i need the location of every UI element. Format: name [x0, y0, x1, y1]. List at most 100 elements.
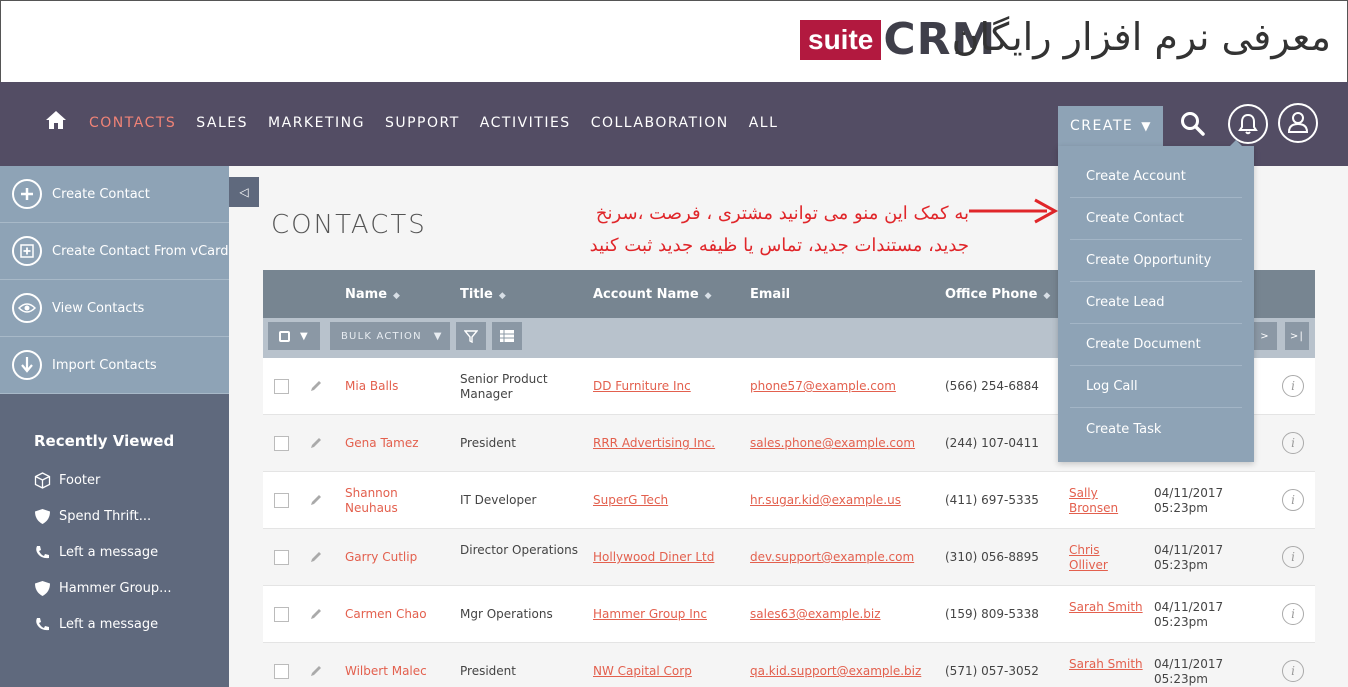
recent-item[interactable]: Hammer Group...: [0, 570, 229, 606]
column-chooser-button[interactable]: [492, 322, 522, 350]
contact-name-link[interactable]: Wilbert Malec: [345, 664, 427, 678]
sidebar-create-vcard[interactable]: Create Contact From vCard: [0, 223, 229, 280]
contact-title: IT Developer: [460, 493, 537, 507]
email-link[interactable]: hr.sugar.kid@example.us: [750, 493, 901, 507]
shield-icon: [35, 580, 50, 596]
column-header-email[interactable]: Email: [750, 287, 790, 302]
recent-item-label: Spend Thrift...: [59, 508, 152, 524]
banner-title: معرفی نرم افزار رایگان: [951, 15, 1331, 59]
assigned-user-link[interactable]: Sarah Smith: [1069, 657, 1143, 671]
pencil-icon[interactable]: [309, 493, 323, 507]
contact-name-link[interactable]: Carmen Chao: [345, 607, 427, 621]
sidebar-create-contact[interactable]: Create Contact: [0, 166, 229, 223]
column-header-phone[interactable]: Office Phone ◆: [945, 287, 1050, 302]
row-checkbox[interactable]: [274, 607, 289, 622]
nav-sales[interactable]: SALES: [196, 115, 248, 131]
eye-icon: [12, 293, 42, 323]
create-button[interactable]: CREATE ▼: [1058, 106, 1163, 146]
recent-item[interactable]: Footer: [0, 462, 229, 498]
next-page-button[interactable]: >: [1253, 322, 1277, 350]
home-icon[interactable]: [45, 109, 67, 131]
pencil-icon[interactable]: [309, 664, 323, 678]
banner: suite CRM معرفی نرم افزار رایگان: [0, 0, 1348, 82]
nav-collaboration[interactable]: COLLABORATION: [591, 115, 729, 131]
bell-icon: [1238, 113, 1258, 135]
list-icon: [500, 330, 514, 342]
pencil-icon[interactable]: [309, 436, 323, 450]
bulk-action-dropdown[interactable]: BULK ACTION ▼: [330, 322, 450, 350]
account-name-link[interactable]: Hammer Group Inc: [593, 607, 707, 621]
filter-icon: [464, 330, 478, 343]
recent-item-label: Left a message: [59, 544, 159, 560]
select-all-dropdown[interactable]: ▼: [268, 322, 320, 350]
nav-activities[interactable]: ACTIVITIES: [480, 115, 571, 131]
user-menu-button[interactable]: [1278, 103, 1318, 143]
pencil-icon[interactable]: [309, 607, 323, 621]
column-header-title[interactable]: Title ◆: [460, 287, 506, 302]
last-page-button[interactable]: >|: [1285, 322, 1309, 350]
sidebar-view-contacts[interactable]: View Contacts: [0, 280, 229, 337]
create-dropdown-menu: Create Account Create Contact Create Opp…: [1058, 140, 1254, 462]
account-name-link[interactable]: RRR Advertising Inc.: [593, 436, 715, 450]
menu-create-opportunity[interactable]: Create Opportunity: [1070, 240, 1242, 282]
contact-name-link[interactable]: Gena Tamez: [345, 436, 419, 450]
menu-create-contact[interactable]: Create Contact: [1070, 198, 1242, 240]
email-link[interactable]: phone57@example.com: [750, 379, 896, 393]
menu-create-account[interactable]: Create Account: [1070, 156, 1242, 198]
nav-all[interactable]: ALL: [749, 115, 779, 131]
column-header-account[interactable]: Account Name ◆: [593, 287, 712, 302]
email-link[interactable]: sales.phone@example.com: [750, 436, 915, 450]
menu-create-task[interactable]: Create Task: [1070, 408, 1242, 450]
contact-name-link[interactable]: Shannon Neuhaus: [345, 486, 415, 516]
table-row: Wilbert Malec President NW Capital Corp …: [263, 643, 1315, 687]
page-title: CONTACTS: [271, 210, 427, 240]
sort-icon: ◆: [704, 291, 712, 301]
bulk-action-label: BULK ACTION: [341, 330, 422, 342]
account-name-link[interactable]: NW Capital Corp: [593, 664, 692, 678]
search-icon[interactable]: [1180, 111, 1206, 137]
row-checkbox[interactable]: [274, 436, 289, 451]
menu-log-call[interactable]: Log Call: [1070, 366, 1242, 408]
column-header-name[interactable]: Name ◆: [345, 287, 400, 302]
menu-create-document[interactable]: Create Document: [1070, 324, 1242, 366]
nav-support[interactable]: SUPPORT: [385, 115, 460, 131]
info-icon[interactable]: i: [1282, 432, 1304, 454]
email-link[interactable]: sales63@example.biz: [750, 607, 881, 621]
contact-name-link[interactable]: Garry Cutlip: [345, 550, 417, 564]
info-icon[interactable]: i: [1282, 489, 1304, 511]
info-icon[interactable]: i: [1282, 660, 1304, 682]
notifications-button[interactable]: [1228, 104, 1268, 144]
row-checkbox[interactable]: [274, 493, 289, 508]
sort-icon: ◆: [498, 291, 506, 301]
row-checkbox[interactable]: [274, 379, 289, 394]
row-checkbox[interactable]: [274, 664, 289, 679]
office-phone: (159) 809-5338: [945, 607, 1039, 621]
recent-item[interactable]: Spend Thrift...: [0, 498, 229, 534]
collapse-sidebar-button[interactable]: ◁: [229, 177, 259, 207]
filter-button[interactable]: [456, 322, 486, 350]
pencil-icon[interactable]: [309, 379, 323, 393]
nav-marketing[interactable]: MARKETING: [268, 115, 365, 131]
assigned-user-link[interactable]: Sally Bronsen: [1069, 486, 1129, 516]
menu-create-lead[interactable]: Create Lead: [1070, 282, 1242, 324]
account-name-link[interactable]: Hollywood Diner Ltd: [593, 550, 714, 564]
assigned-user-link[interactable]: Sarah Smith: [1069, 600, 1143, 614]
recent-item[interactable]: Left a message: [0, 534, 229, 570]
assigned-user-link[interactable]: Chris Olliver: [1069, 543, 1119, 573]
row-checkbox[interactable]: [274, 550, 289, 565]
info-icon[interactable]: i: [1282, 375, 1304, 397]
contact-name-link[interactable]: Mia Balls: [345, 379, 398, 393]
nav-contacts[interactable]: CONTACTS: [89, 115, 176, 131]
info-icon[interactable]: i: [1282, 546, 1304, 568]
pencil-icon[interactable]: [309, 550, 323, 564]
office-phone: (244) 107-0411: [945, 436, 1039, 450]
account-name-link[interactable]: DD Furniture Inc: [593, 379, 691, 393]
date-created: 04/11/2017 05:23pm: [1154, 657, 1224, 686]
account-name-link[interactable]: SuperG Tech: [593, 493, 668, 507]
email-link[interactable]: qa.kid.support@example.biz: [750, 664, 921, 678]
email-link[interactable]: dev.support@example.com: [750, 550, 914, 564]
info-icon[interactable]: i: [1282, 603, 1304, 625]
recent-item[interactable]: Left a message: [0, 606, 229, 642]
contact-title: President: [460, 664, 516, 678]
sidebar-import-contacts[interactable]: Import Contacts: [0, 337, 229, 394]
